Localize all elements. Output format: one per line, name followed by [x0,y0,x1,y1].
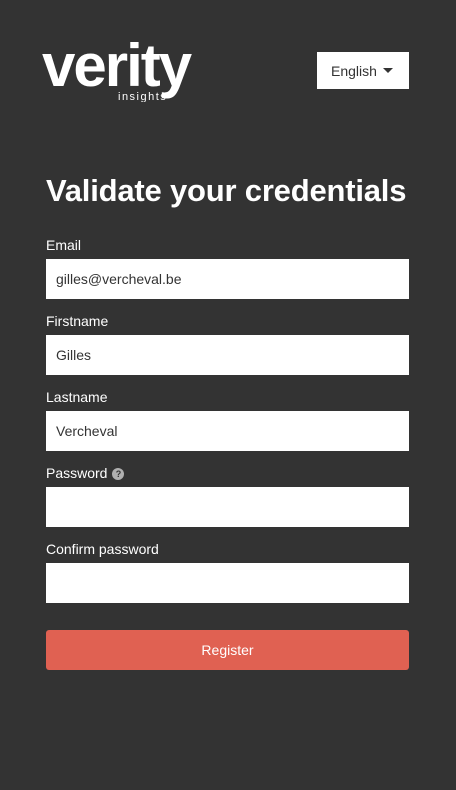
email-field[interactable] [46,259,409,299]
logo-tagline: insights [118,91,167,102]
logo-wordmark: verity [42,32,193,99]
chevron-down-icon [383,68,393,73]
confirm-password-label: Confirm password [46,541,159,557]
email-label: Email [46,237,81,253]
lastname-label-text: Lastname [46,389,108,405]
lastname-label: Lastname [46,389,107,405]
logo-graphic: verity insights [42,32,195,102]
firstname-field[interactable] [46,335,409,375]
register-button[interactable]: Register [46,630,409,670]
password-label: Password ? [46,465,125,481]
confirm-password-field[interactable] [46,563,409,603]
firstname-label: Firstname [46,313,108,329]
password-field[interactable] [46,487,409,527]
lastname-field[interactable] [46,411,409,451]
email-label-text: Email [46,237,82,253]
password-label-text: Password [46,465,108,481]
page-title: Validate your credentials [46,173,407,208]
language-select[interactable]: English [317,52,409,89]
confirm-password-label-text: Confirm password [46,541,159,557]
language-selected-label: English [331,62,377,79]
question-circle-icon[interactable]: ? [112,467,125,480]
verity-insights-logo: verity insights [42,28,204,102]
firstname-label-text: Firstname [46,313,109,329]
